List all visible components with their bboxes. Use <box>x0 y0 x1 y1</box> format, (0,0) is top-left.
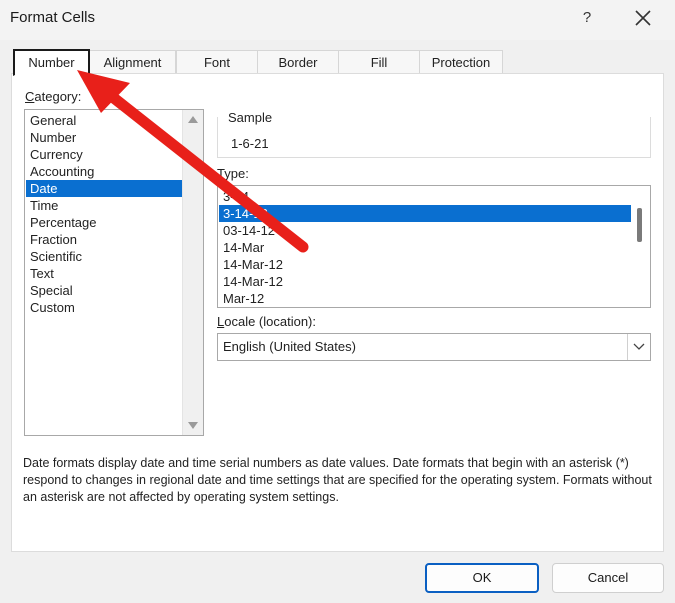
close-icon <box>635 10 651 26</box>
format-description: Date formats display date and time seria… <box>23 456 652 504</box>
category-item-special[interactable]: Special <box>26 282 185 299</box>
locale-label: Locale (location): <box>217 314 317 329</box>
locale-value: English (United States) <box>223 339 356 354</box>
type-scroll-thumb[interactable] <box>637 208 642 242</box>
scroll-up-icon[interactable] <box>188 116 198 123</box>
category-scrollbar[interactable] <box>182 110 203 435</box>
category-item-text[interactable]: Text <box>26 265 185 282</box>
category-listbox[interactable]: General Number Currency Accounting Date … <box>24 109 204 436</box>
type-item-selected[interactable]: 3-14-12 <box>219 205 631 222</box>
tab-alignment[interactable]: Alignment <box>89 50 176 74</box>
sample-label: Sample <box>226 110 275 125</box>
category-item-percentage[interactable]: Percentage <box>26 214 185 231</box>
category-item-general[interactable]: General <box>26 112 185 129</box>
type-item[interactable]: 14-Mar-12 <box>219 256 631 273</box>
window-title: Format Cells <box>10 9 96 26</box>
title-bar <box>0 0 675 40</box>
scroll-down-icon[interactable] <box>188 422 198 429</box>
category-item-time[interactable]: Time <box>26 197 185 214</box>
ok-button[interactable]: OK <box>425 563 539 593</box>
chevron-down-icon <box>633 343 645 350</box>
cancel-button[interactable]: Cancel <box>552 563 664 593</box>
close-button[interactable] <box>631 6 655 30</box>
locale-dropdown-button[interactable] <box>627 334 650 360</box>
category-item-currency[interactable]: Currency <box>26 146 185 163</box>
category-label: Category: <box>25 89 82 104</box>
category-item-custom[interactable]: Custom <box>26 299 185 316</box>
type-item[interactable]: 14-Mar-12 <box>219 273 631 290</box>
tab-number[interactable]: Number <box>13 49 90 76</box>
sample-value: 1-6-21 <box>231 136 269 151</box>
sample-group <box>217 117 651 158</box>
category-item-date[interactable]: Date <box>26 180 185 197</box>
type-item[interactable]: 14-Mar <box>219 239 631 256</box>
locale-dropdown[interactable]: English (United States) <box>217 333 651 361</box>
category-item-fraction[interactable]: Fraction <box>26 231 185 248</box>
tab-fill[interactable]: Fill <box>338 50 420 74</box>
help-button[interactable]: ? <box>579 9 595 26</box>
tab-protection[interactable]: Protection <box>419 50 503 74</box>
category-item-accounting[interactable]: Accounting <box>26 163 185 180</box>
type-item[interactable]: 3-14 <box>219 188 631 205</box>
category-item-number[interactable]: Number <box>26 129 185 146</box>
type-label: Type: <box>217 166 249 181</box>
tab-font[interactable]: Font <box>176 50 258 74</box>
type-listbox[interactable]: 3-14 3-14-12 03-14-12 14-Mar 14-Mar-12 1… <box>217 185 651 308</box>
type-item[interactable]: Mar-12 <box>219 290 631 307</box>
tab-border[interactable]: Border <box>257 50 339 74</box>
type-item[interactable]: 03-14-12 <box>219 222 631 239</box>
category-item-scientific[interactable]: Scientific <box>26 248 185 265</box>
